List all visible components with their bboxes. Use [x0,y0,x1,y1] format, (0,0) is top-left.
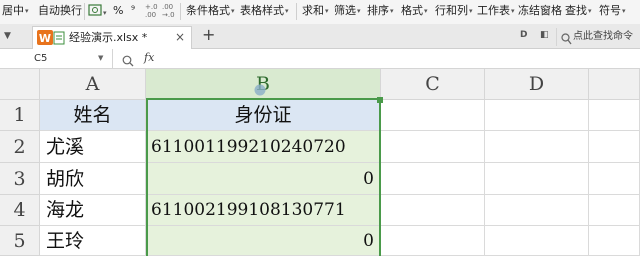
name-box[interactable]: C5 ▼ [0,49,113,68]
tab-document[interactable]: W 经验演示.xlsx * × [32,26,192,49]
cell-c2[interactable] [381,131,485,163]
column-header-c[interactable]: C [381,69,485,100]
decrease-decimal-button[interactable]: .00 →.0 [162,3,175,19]
column-header-e[interactable] [589,69,640,100]
cell-b2[interactable]: 611001199210240720 [146,131,381,163]
currency-icon [88,4,102,16]
find-button[interactable]: 查找▾ [565,4,592,18]
cell-e1[interactable] [589,100,640,131]
close-icon[interactable]: × [175,30,185,44]
cell-b1[interactable]: 身份证 [146,100,381,131]
cell-a1[interactable]: 姓名 [40,100,146,131]
cell-a5[interactable]: 王玲 [40,226,146,256]
cell-b4[interactable]: 611002199108130771 [146,195,381,226]
format-button[interactable]: 格式▾ [401,4,428,18]
row-header-5[interactable]: 5 [0,226,40,256]
selection-handle[interactable] [377,97,383,103]
worksheet-button[interactable]: 工作表▾ [477,4,515,18]
column-header-a[interactable]: A [40,69,146,100]
sheet-file-icon [53,30,65,49]
cell-b5[interactable]: 0 [146,226,381,256]
row-header-3[interactable]: 3 [0,163,40,195]
cell-d3[interactable] [485,163,589,195]
cell-d1[interactable] [485,100,589,131]
cell-b3[interactable]: 0 [146,163,381,195]
cursor-icon [253,82,267,101]
sort-button[interactable]: 排序▾ [367,4,394,18]
divider [296,3,297,20]
row-header-1[interactable]: 1 [0,100,40,131]
merge-center-button[interactable]: 居中▾ [2,4,29,18]
chevron-down-icon[interactable]: ▼ [4,31,11,41]
document-tab-title: 经验演示.xlsx * [69,31,148,44]
cell-d2[interactable] [485,131,589,163]
svg-text:W: W [39,32,51,45]
cell-d4[interactable] [485,195,589,226]
name-box-value: C5 [34,53,48,64]
cell-c1[interactable] [381,100,485,131]
search-command-label: 点此查找命令 [573,31,633,42]
cell-e3[interactable] [589,163,640,195]
comma-style-button[interactable]: ⁹ [131,4,135,18]
cell-e5[interactable] [589,226,640,256]
cell-a2[interactable]: 尤溪 [40,131,146,163]
cell-a4[interactable]: 海龙 [40,195,146,226]
function-icon[interactable]: fx [144,51,154,64]
freeze-panes-button[interactable]: 冻结窗格 [518,4,562,18]
conditional-format-button[interactable]: 条件格式▾ [186,4,235,18]
search-icon [561,30,572,49]
cell-a3[interactable]: 胡欣 [40,163,146,195]
symbol-button[interactable]: 符号▾ [599,4,626,18]
document-icon[interactable]: D [520,30,527,40]
increase-decimal-button[interactable]: +.0.00 [145,3,158,19]
column-header-d[interactable]: D [485,69,589,100]
command-search-box[interactable]: 点此查找命令 [556,28,640,46]
cell-d5[interactable] [485,226,589,256]
row-header-2[interactable]: 2 [0,131,40,163]
row-header-4[interactable]: 4 [0,195,40,226]
sum-button[interactable]: 求和▾ [302,4,329,18]
wps-logo-icon: W [37,30,53,49]
cell-e2[interactable] [589,131,640,163]
select-all-corner[interactable] [0,69,40,100]
wrap-text-button[interactable]: 自动换行 [38,4,82,18]
chevron-down-icon[interactable]: ▼ [98,54,103,62]
ribbon-toolbar: 居中▾ 自动换行 ▾ % ⁹ +.0.00 .00 →.0 条件格式▾ 表格样式▾… [0,0,640,25]
cell-c4[interactable] [381,195,485,226]
formula-input[interactable] [170,49,640,68]
new-tab-button[interactable]: + [202,27,215,43]
filter-button[interactable]: 筛选▾ [334,4,361,18]
cell-c5[interactable] [381,226,485,256]
cell-e4[interactable] [589,195,640,226]
row-col-button[interactable]: 行和列▾ [435,4,473,18]
cell-c3[interactable] [381,163,485,195]
divider [180,3,181,20]
sidebar-toggle-icon[interactable]: ◧ [540,30,549,40]
currency-format-button[interactable]: ▾ [88,4,107,20]
percent-button[interactable]: % [113,4,123,18]
divider [84,3,85,20]
table-style-button[interactable]: 表格样式▾ [240,4,289,18]
